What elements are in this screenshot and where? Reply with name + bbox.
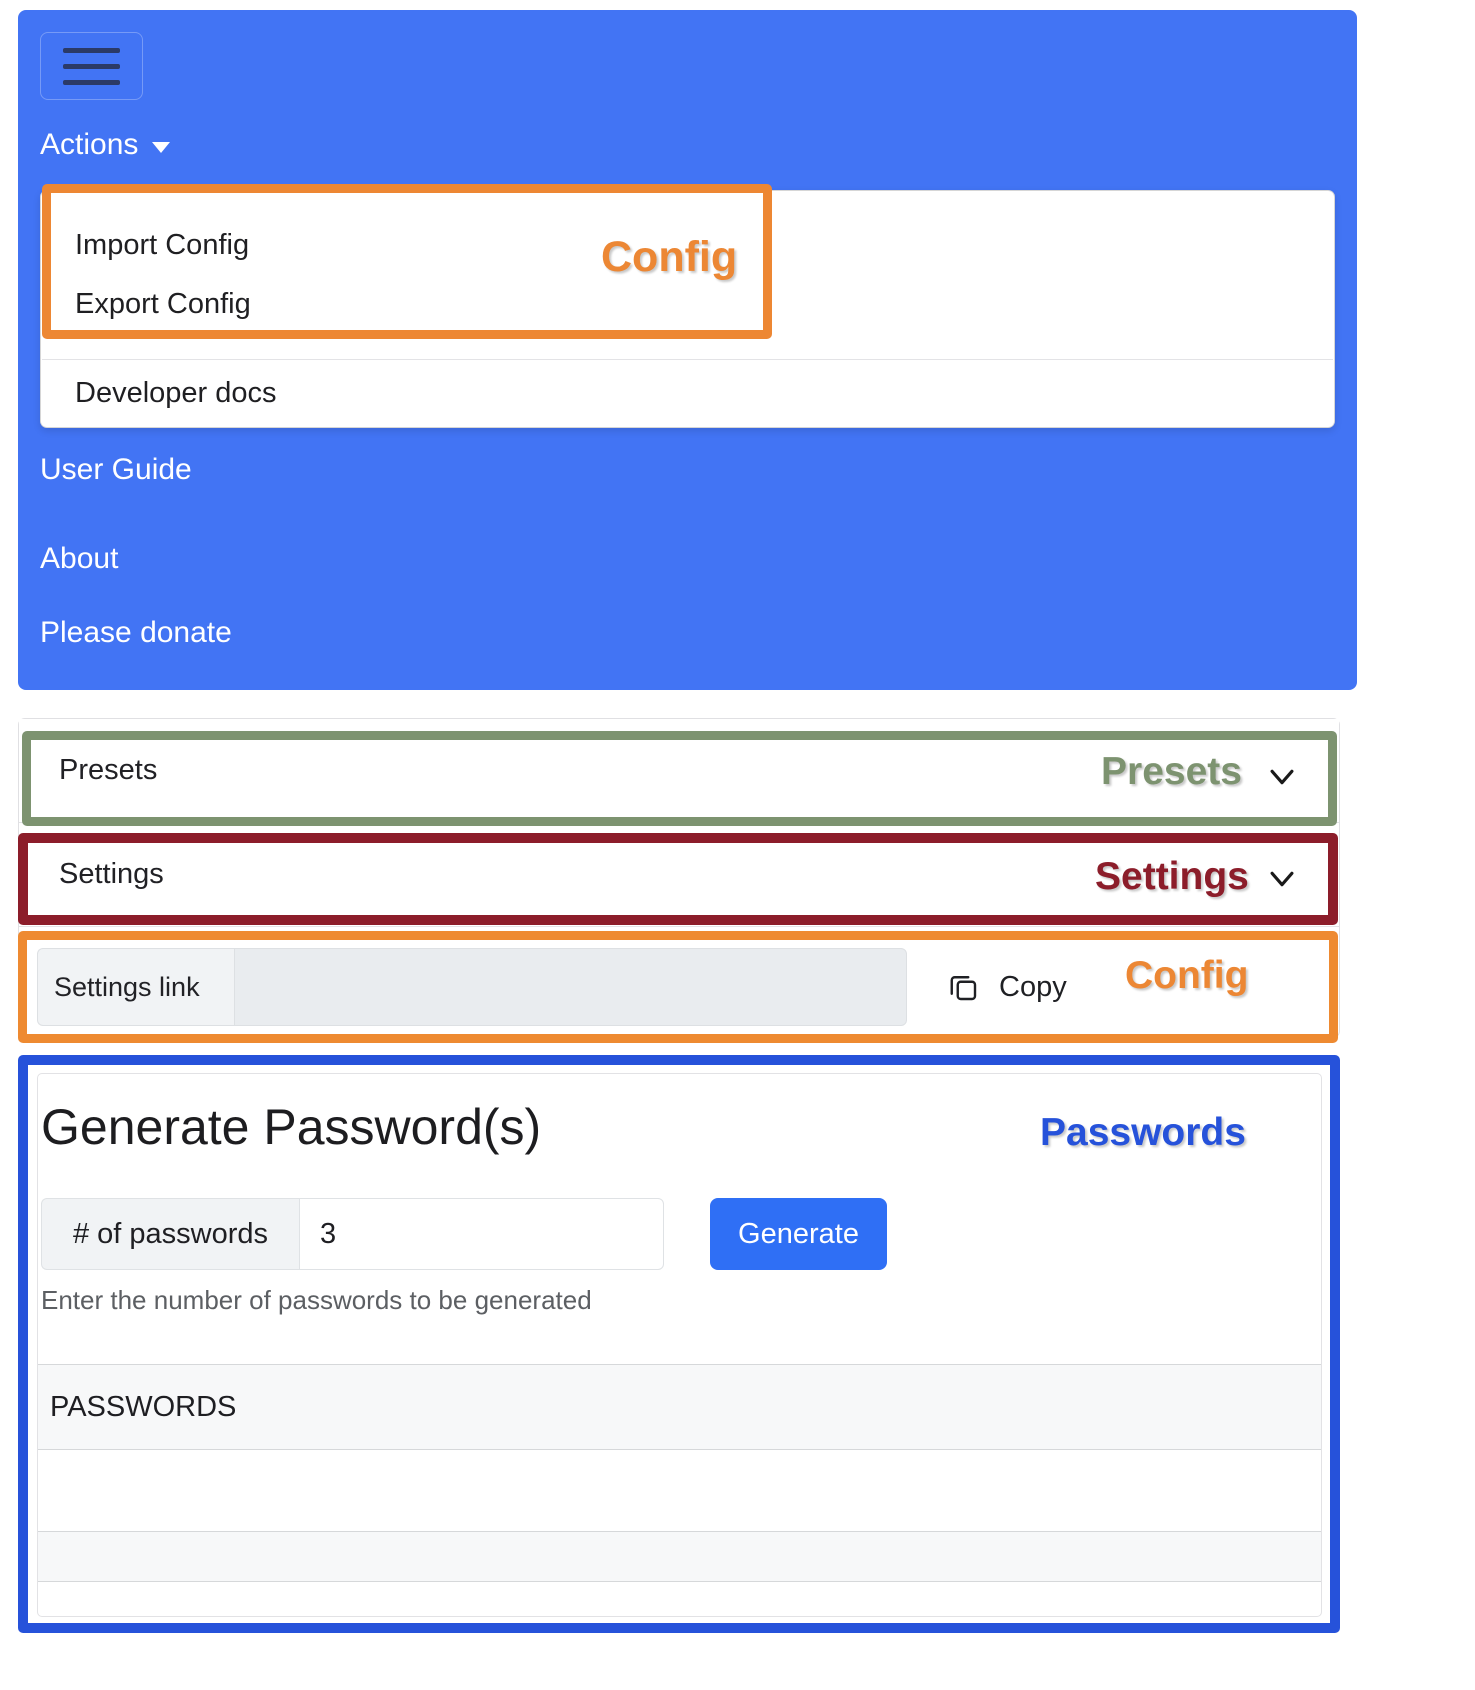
accordion-presets-label: Presets — [59, 754, 158, 786]
password-count-value: 3 — [320, 1217, 337, 1250]
menu-item-developer-docs[interactable]: Developer docs — [41, 360, 1334, 426]
hamburger-icon-bar — [63, 63, 120, 69]
actions-dropdown-toggle[interactable]: Actions — [40, 128, 171, 162]
hamburger-menu-button[interactable] — [40, 32, 143, 100]
nav-link-label: User Guide — [40, 453, 192, 486]
menu-item-import-config[interactable]: Import Config — [41, 216, 1334, 275]
actions-dropdown-menu: Import Config Export Config Developer do… — [40, 190, 1335, 428]
settings-link-label: Settings link — [37, 948, 234, 1026]
settings-link-row: Settings link Copy — [37, 948, 1322, 1026]
nav-link-label: About — [40, 542, 119, 575]
hamburger-icon-bar — [63, 47, 120, 53]
hamburger-icon-bar — [63, 79, 120, 85]
table-row[interactable] — [38, 1532, 1321, 1582]
menu-top-spacer — [41, 191, 1334, 216]
copy-button-label: Copy — [999, 970, 1067, 1003]
menu-item-label: Import Config — [75, 229, 250, 261]
nav-link-user-guide[interactable]: User Guide — [40, 453, 192, 487]
copy-settings-link-button[interactable]: Copy — [945, 948, 1067, 1026]
password-count-help-text: Enter the number of passwords to be gene… — [41, 1285, 592, 1315]
password-count-input-group: # of passwords 3 — [41, 1198, 664, 1270]
passwords-table: PASSWORDS — [38, 1364, 1321, 1582]
navbar: Actions Import Config Export Config Deve… — [18, 10, 1357, 690]
actions-dropdown-label: Actions — [40, 128, 139, 161]
menu-mid-spacer — [41, 334, 1334, 359]
accordion-settings-label: Settings — [59, 858, 164, 890]
menu-item-label: Developer docs — [75, 376, 277, 409]
password-count-label-text: # of passwords — [72, 1217, 269, 1250]
page-title: Generate Password(s) — [41, 1099, 542, 1155]
settings-link-label-text: Settings link — [54, 971, 200, 1002]
password-count-input[interactable]: 3 — [299, 1198, 664, 1270]
nav-link-about[interactable]: About — [40, 542, 118, 576]
generate-button[interactable]: Generate — [710, 1198, 887, 1270]
nav-link-please-donate[interactable]: Please donate — [40, 616, 232, 650]
copy-icon — [945, 969, 981, 1005]
settings-link-input[interactable] — [234, 948, 907, 1026]
passwords-column-header: PASSWORDS — [50, 1390, 237, 1423]
menu-item-export-config[interactable]: Export Config — [41, 275, 1334, 334]
caret-down-icon — [152, 142, 171, 153]
passwords-table-header: PASSWORDS — [38, 1364, 1321, 1450]
table-row[interactable] — [38, 1450, 1321, 1532]
password-count-label: # of passwords — [41, 1198, 299, 1270]
menu-item-label: Export Config — [75, 288, 251, 320]
accordion-header-settings[interactable]: Settings — [19, 823, 1339, 927]
accordion-header-presets[interactable]: Presets — [19, 719, 1339, 823]
nav-link-label: Please donate — [40, 616, 232, 649]
generate-passwords-card: Generate Password(s) # of passwords 3 Ge… — [37, 1073, 1322, 1617]
